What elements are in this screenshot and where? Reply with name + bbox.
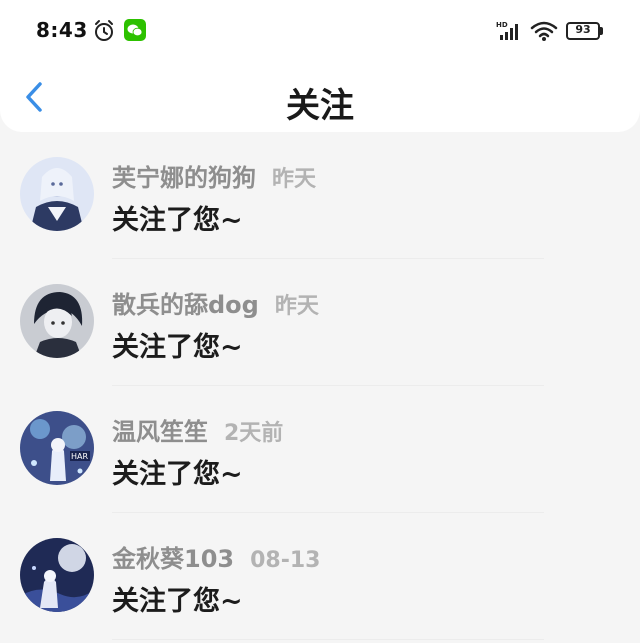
user-name[interactable]: 芙宁娜的狗狗 [112,164,256,192]
follow-time: 昨天 [272,167,317,192]
avatar[interactable]: HAR [20,411,94,485]
svg-text:HAR: HAR [71,452,88,461]
status-bar: 8:43 HD 93 [0,0,640,60]
wifi-icon [530,20,558,42]
page-title: 关注 [286,86,354,126]
item-meta: 散兵的舔dog 昨天 [112,285,319,320]
follow-time: 昨天 [274,294,319,319]
status-time: 8:43 [36,18,88,42]
alarm-icon [92,19,116,43]
follow-message: 关注了您~ [112,586,243,617]
user-name[interactable]: 散兵的舔dog [112,291,259,319]
item-meta: 芙宁娜的狗狗 昨天 [112,158,316,193]
signal-icon: HD [496,20,522,42]
follow-time: 2天前 [224,421,284,446]
follower-item[interactable]: 散兵的舔dog 昨天 关注了您~ [0,259,640,386]
avatar[interactable] [20,538,94,612]
avatar[interactable] [20,157,94,231]
item-meta: 温风笙笙 2天前 [112,412,283,447]
header-card: 8:43 HD 93 关注 [0,0,640,132]
wechat-icon [124,19,146,41]
divider [112,639,544,640]
follower-item[interactable]: HAR 温风笙笙 2天前 关注了您~ [0,386,640,513]
follow-message: 关注了您~ [112,459,243,490]
svg-text:HD: HD [496,21,508,29]
item-meta: 金秋葵103 08-13 [112,539,320,574]
follow-message: 关注了您~ [112,205,243,236]
follower-item[interactable]: 芙宁娜的狗狗 昨天 关注了您~ [0,132,640,259]
battery-icon: 93 [566,22,604,40]
user-name[interactable]: 温风笙笙 [112,418,208,446]
battery-tip [600,27,603,35]
user-name[interactable]: 金秋葵103 [112,545,234,573]
follow-time: 08-13 [250,548,321,573]
avatar[interactable] [20,284,94,358]
follower-item[interactable]: 金秋葵103 08-13 关注了您~ [0,513,640,640]
battery-level: 93 [575,23,591,36]
follow-message: 关注了您~ [112,332,243,363]
